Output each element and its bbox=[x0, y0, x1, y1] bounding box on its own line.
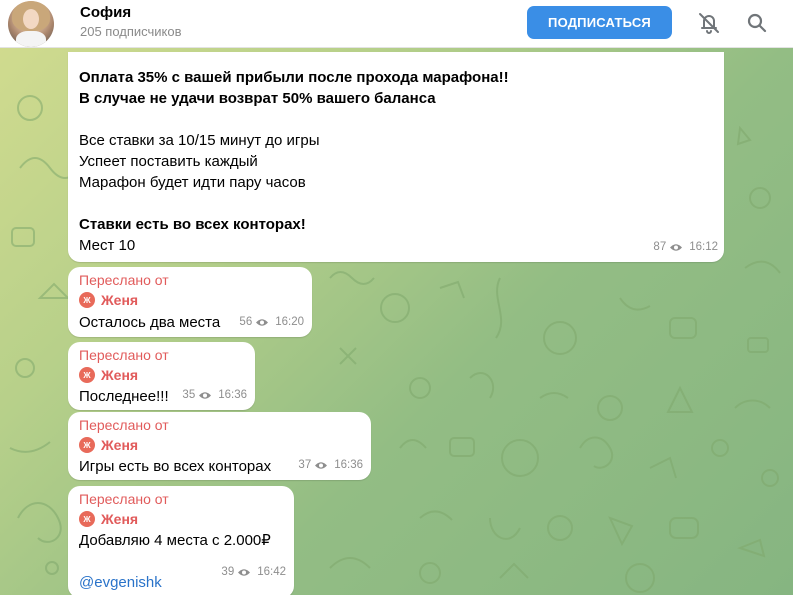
forwarded-message[interactable]: Переслано от Ж Женя Добавляю 4 места с 2… bbox=[68, 486, 294, 595]
forwarded-source[interactable]: Ж Женя bbox=[79, 435, 271, 455]
view-count: 39 bbox=[221, 566, 235, 578]
forwarded-message[interactable]: Переслано от Ж Женя Осталось два места 5… bbox=[68, 267, 312, 337]
forwarded-from-name: Женя bbox=[101, 510, 139, 527]
eye-icon bbox=[199, 392, 212, 399]
forwarded-label: Переслано от bbox=[79, 272, 169, 288]
forwarded-message[interactable]: Переслано от Ж Женя Игры есть во всех ко… bbox=[68, 412, 371, 480]
message-text-line: Оплата 35% с вашей прибыли после прохода… bbox=[79, 69, 509, 86]
message-meta: 39 16:42 bbox=[221, 562, 286, 583]
message-meta: 37 16:36 bbox=[298, 455, 363, 476]
search-icon[interactable] bbox=[744, 10, 770, 36]
subscriber-count: 205 подписчиков bbox=[80, 24, 182, 39]
message-text: Осталось два места bbox=[79, 314, 221, 331]
forwarded-source[interactable]: Ж Женя bbox=[79, 509, 271, 529]
message-meta: 56 16:20 bbox=[239, 312, 304, 333]
message-time: 16:12 bbox=[689, 241, 718, 253]
channel-header: София 205 подписчиков ПОДПИСАТЬСЯ bbox=[0, 0, 793, 48]
message-text-line: Ставки есть во всех конторах! bbox=[79, 216, 306, 233]
message-time: 16:36 bbox=[334, 459, 363, 471]
channel-message[interactable]: Оплата 35% с вашей прибыли после прохода… bbox=[68, 52, 724, 262]
eye-icon bbox=[315, 462, 328, 469]
forwarded-source[interactable]: Ж Женя bbox=[79, 290, 220, 310]
forwarded-label: Переслано от bbox=[79, 347, 169, 363]
forwarded-label: Переслано от bbox=[79, 491, 169, 507]
message-text-line: Марафон будет идти пару часов bbox=[79, 174, 306, 191]
message-time: 16:36 bbox=[218, 389, 247, 401]
subscribe-button[interactable]: ПОДПИСАТЬСЯ bbox=[527, 6, 672, 39]
message-text: Добавляю 4 места с 2.000₽ bbox=[79, 532, 271, 549]
forwarded-from-name: Женя bbox=[101, 436, 139, 453]
forward-avatar-icon: Ж bbox=[79, 437, 95, 453]
message-text-line: В случае не удачи возврат 50% вашего бал… bbox=[79, 90, 436, 107]
eye-icon bbox=[238, 569, 251, 576]
eye-icon bbox=[256, 319, 269, 326]
forwarded-label: Переслано от bbox=[79, 417, 169, 433]
message-text-line: Все ставки за 10/15 минут до игры bbox=[79, 132, 320, 149]
message-text: Последнее!!! bbox=[79, 388, 169, 405]
message-meta: 87 16:12 bbox=[653, 237, 718, 258]
message-text: Игры есть во всех конторах bbox=[79, 458, 272, 475]
forwarded-source[interactable]: Ж Женя bbox=[79, 365, 169, 385]
view-count: 87 bbox=[653, 241, 667, 253]
message-time: 16:42 bbox=[257, 566, 286, 578]
bell-off-icon[interactable] bbox=[696, 10, 722, 36]
channel-title[interactable]: София bbox=[80, 4, 131, 21]
forwarded-message[interactable]: Переслано от Ж Женя Последнее!!! 35 16:3… bbox=[68, 342, 255, 410]
channel-avatar[interactable] bbox=[8, 1, 54, 47]
forward-avatar-icon: Ж bbox=[79, 511, 95, 527]
forward-avatar-icon: Ж bbox=[79, 292, 95, 308]
view-count: 56 bbox=[239, 316, 253, 328]
view-count: 37 bbox=[298, 459, 312, 471]
eye-icon bbox=[670, 244, 683, 251]
forward-avatar-icon: Ж bbox=[79, 367, 95, 383]
message-text-line: Мест 10 bbox=[79, 237, 136, 254]
view-count: 35 bbox=[182, 389, 196, 401]
message-time: 16:20 bbox=[275, 316, 304, 328]
message-text-line: Успеет поставить каждый bbox=[79, 153, 258, 170]
message-meta: 35 16:36 bbox=[182, 385, 247, 406]
forwarded-from-name: Женя bbox=[101, 366, 139, 383]
forwarded-from-name: Женя bbox=[101, 291, 139, 308]
